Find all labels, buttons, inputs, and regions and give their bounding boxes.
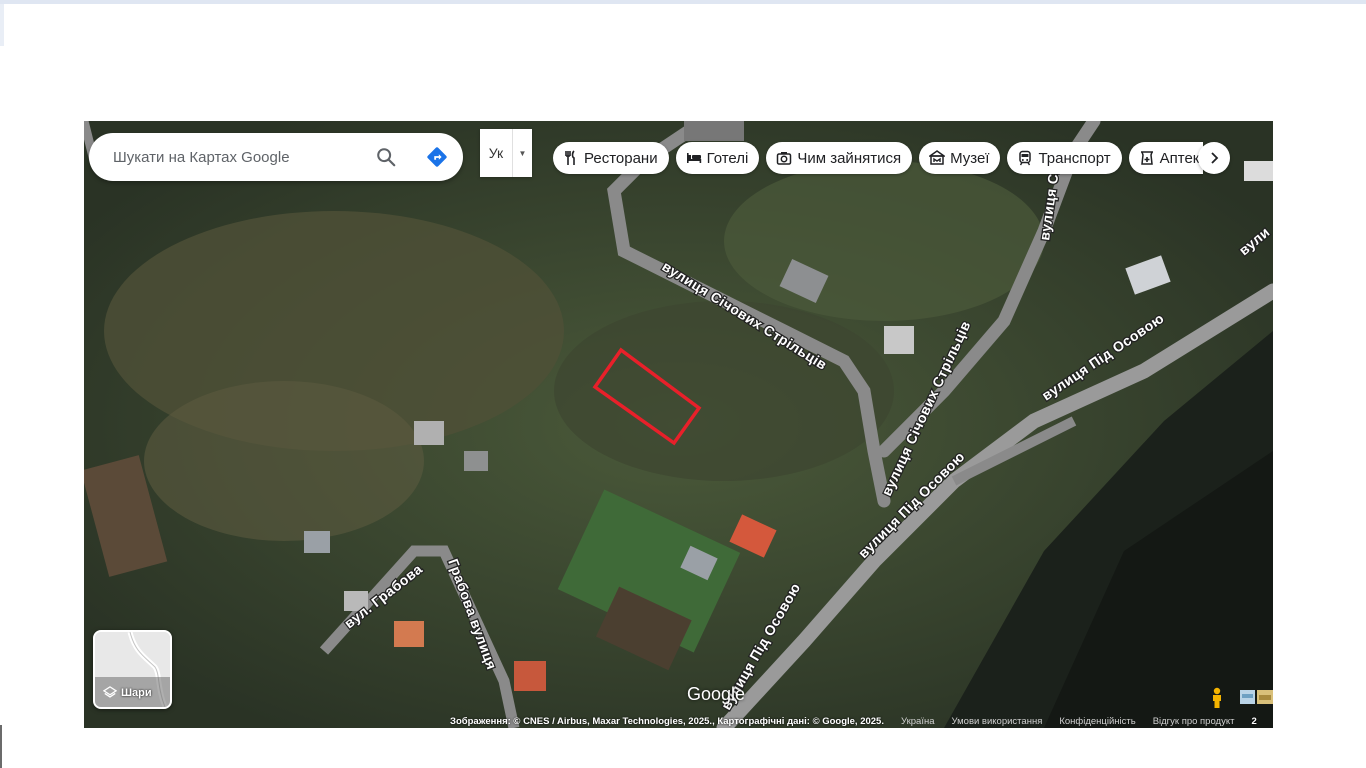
restaurant-icon [565, 150, 575, 165]
language-selector[interactable]: Ук ▼ [480, 129, 532, 177]
chip-label: Чим зайнятися [797, 149, 902, 167]
attribution-imagery: Зображення: © CNES / Airbus, Maxar Techn… [450, 715, 884, 727]
chevron-down-icon[interactable]: ▼ [512, 129, 532, 177]
scale-bar-label[interactable]: 2 [1251, 716, 1256, 727]
chip-label: Готелі [706, 149, 749, 167]
hotel-icon [686, 153, 701, 163]
search-icon[interactable] [375, 146, 397, 168]
chevron-right-icon [1211, 152, 1219, 164]
map-attribution: Зображення: © CNES / Airbus, Maxar Techn… [450, 714, 1273, 728]
language-label[interactable]: Ук [480, 129, 512, 177]
chip-label: Музеї [950, 149, 990, 167]
chip-things-to-do[interactable]: Чим зайнятися [766, 142, 913, 174]
directions-icon[interactable] [426, 146, 448, 168]
chip-restaurants[interactable]: Ресторани [553, 142, 669, 174]
museum-icon [929, 150, 946, 165]
chip-label: Транспорт [1038, 149, 1111, 167]
pharmacy-icon [1140, 151, 1153, 165]
imagery-thumbnail-icon [1240, 690, 1273, 704]
chip-pharmacies[interactable]: Аптеки [1128, 142, 1203, 174]
map-canvas[interactable]: вулиця Січових Стрільців вулиця Січових … [84, 121, 1273, 728]
layers-label: Шари [103, 686, 152, 700]
chips-next-button[interactable] [1198, 142, 1230, 174]
browser-top-strip [0, 0, 1366, 4]
search-box [89, 133, 463, 181]
window-edge-mark [0, 4, 4, 46]
attribution-feedback-link[interactable]: Відгук про продукт [1153, 716, 1235, 727]
chip-label: Ресторани [584, 149, 658, 167]
camera-icon [777, 152, 792, 165]
chip-transit[interactable]: Транспорт [1007, 142, 1122, 174]
transit-icon [1019, 150, 1032, 166]
satellite-imagery: вулиця Січових Стрільців вулиця Січових … [84, 121, 1273, 728]
layers-button[interactable]: Шари [93, 630, 172, 709]
imagery-thumbnail-button[interactable] [1240, 681, 1273, 715]
pegman-button[interactable] [1200, 681, 1234, 715]
pegman-icon [1213, 687, 1221, 708]
search-input[interactable] [111, 147, 365, 167]
chip-label: Аптеки [1159, 149, 1203, 167]
attribution-terms-link[interactable]: Умови використання [952, 716, 1043, 727]
attribution-privacy-link[interactable]: Конфіденційність [1059, 716, 1135, 727]
layers-icon [103, 686, 117, 698]
category-chips: Ресторани Готелі Чим зайнятися Музеї Тра… [553, 138, 1203, 180]
window-edge-mark-bottom [0, 725, 2, 768]
chip-museums[interactable]: Музеї [919, 142, 1001, 174]
chip-hotels[interactable]: Готелі [675, 142, 760, 174]
layers-text: Шари [121, 687, 152, 699]
attribution-country[interactable]: Україна [901, 716, 935, 727]
google-logo: Google [687, 684, 746, 704]
